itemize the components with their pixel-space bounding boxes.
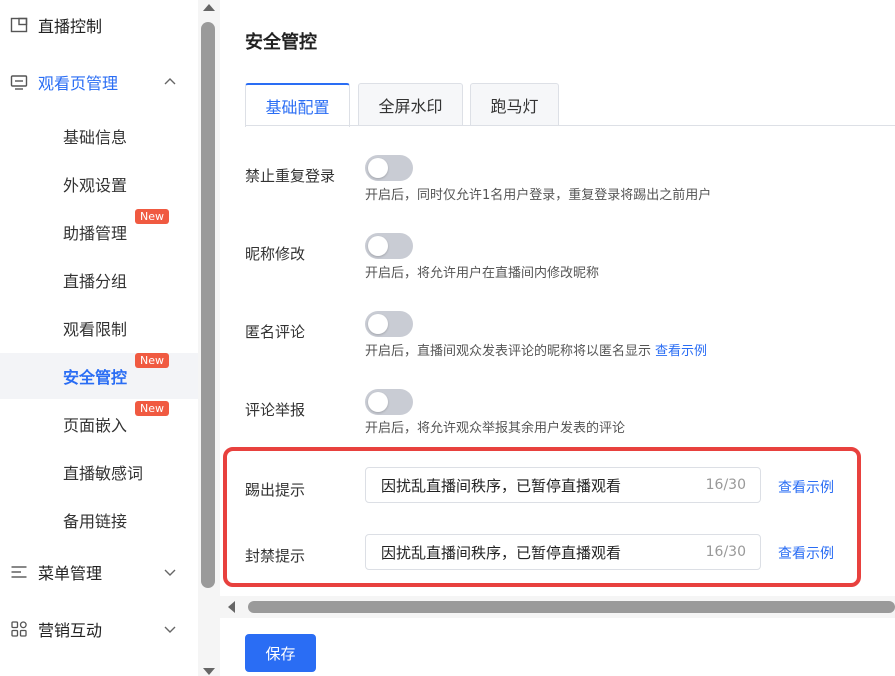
- field-label: 踢出提示: [245, 481, 306, 499]
- tab-label: 跑马灯: [490, 97, 539, 116]
- view-example-link[interactable]: 查看示例: [655, 344, 707, 359]
- tab-fullscreen-watermark[interactable]: 全屏水印: [358, 83, 463, 126]
- chevron-down-icon: [164, 626, 176, 633]
- tab-basic-config[interactable]: 基础配置: [245, 83, 350, 127]
- toggle-anonymous-comment[interactable]: [365, 311, 413, 337]
- kick-message-input[interactable]: 因扰乱直播间秩序，已暂停直播观看 16/30: [365, 467, 761, 503]
- scroll-up-arrow-icon[interactable]: [203, 4, 215, 11]
- sidebar-group-marketing[interactable]: 营销互动: [0, 609, 198, 649]
- sidebar-group-label: 观看页管理: [38, 74, 119, 93]
- grid-icon: [11, 621, 27, 637]
- sidebar-item-sensitive-words[interactable]: 直播敏感词: [0, 449, 198, 495]
- sidebar-group-live-control[interactable]: 直播控制: [0, 5, 198, 45]
- menu-icon: [11, 566, 27, 578]
- sidebar-item-label: 安全管控: [63, 368, 128, 387]
- toggle-nickname-edit[interactable]: [365, 233, 413, 259]
- tab-divider: [245, 125, 895, 126]
- sidebar-group-watch-page[interactable]: 观看页管理: [0, 62, 198, 102]
- app-root: 直播控制 观看页管理 基础信息 外观设置 助播管理 New 直播分组 观看限制 …: [0, 0, 895, 676]
- main-content: 安全管控 基础配置 全屏水印 跑马灯 禁止重复登录 开启后，同时仅允许1名用户登…: [220, 0, 895, 676]
- sidebar-item-label: 助播管理: [63, 224, 128, 243]
- setting-description: 开启后，将允许观众举报其余用户发表的评论: [365, 421, 626, 436]
- view-example-link[interactable]: 查看示例: [778, 477, 834, 497]
- sidebar-item-label: 页面嵌入: [63, 416, 128, 435]
- sidebar-item-label: 直播分组: [63, 272, 128, 291]
- sidebar-item-assistant[interactable]: 助播管理 New: [0, 209, 198, 255]
- new-badge: New: [135, 401, 169, 416]
- setting-label: 禁止重复登录: [245, 167, 336, 185]
- toggle-knob: [368, 392, 388, 412]
- input-value: 因扰乱直播间秩序，已暂停直播观看: [381, 476, 622, 495]
- view-example-link[interactable]: 查看示例: [778, 543, 834, 563]
- setting-label: 匿名评论: [245, 323, 306, 341]
- input-value: 因扰乱直播间秩序，已暂停直播观看: [381, 543, 622, 562]
- sidebar-item-watch-limit[interactable]: 观看限制: [0, 305, 198, 351]
- sidebar-group-menu[interactable]: 菜单管理: [0, 552, 198, 592]
- sidebar-item-security[interactable]: 安全管控 New: [0, 353, 198, 399]
- setting-description-text: 开启后，直播间观众发表评论的昵称将以匿名显示: [365, 344, 652, 359]
- sidebar-group-label: 菜单管理: [38, 564, 103, 583]
- chevron-down-icon: [164, 569, 176, 576]
- ban-message-input[interactable]: 因扰乱直播间秩序，已暂停直播观看 16/30: [365, 534, 761, 570]
- sidebar-item-basic-info[interactable]: 基础信息: [0, 113, 198, 159]
- setting-description: 开启后，将允许用户在直播间内修改昵称: [365, 266, 600, 281]
- sidebar-scrollbar[interactable]: [198, 0, 220, 676]
- toggle-comment-report[interactable]: [365, 389, 413, 415]
- sidebar-item-label: 直播敏感词: [63, 464, 144, 483]
- toggle-duplicate-login[interactable]: [365, 155, 413, 181]
- save-button[interactable]: 保存: [245, 634, 316, 672]
- setting-label: 昵称修改: [245, 245, 306, 263]
- toggle-knob: [368, 236, 388, 256]
- field-label: 封禁提示: [245, 547, 306, 565]
- scroll-left-arrow-icon[interactable]: [228, 601, 235, 613]
- scroll-down-arrow-icon[interactable]: [203, 668, 215, 675]
- setting-label: 评论举报: [245, 401, 306, 419]
- new-badge: New: [135, 209, 169, 224]
- sidebar-item-label: 外观设置: [63, 176, 128, 195]
- setting-description: 开启后，同时仅允许1名用户登录，重复登录将踢出之前用户: [365, 188, 712, 203]
- new-badge: New: [135, 353, 169, 368]
- sidebar: 直播控制 观看页管理 基础信息 外观设置 助播管理 New 直播分组 观看限制 …: [0, 0, 198, 676]
- toggle-knob: [368, 158, 388, 178]
- tab-label: 全屏水印: [378, 97, 443, 116]
- sidebar-item-label: 基础信息: [63, 128, 128, 147]
- toggle-knob: [368, 314, 388, 334]
- page-title: 安全管控: [245, 32, 317, 53]
- sidebar-group-label: 营销互动: [38, 621, 103, 640]
- setting-description: 开启后，直播间观众发表评论的昵称将以匿名显示 查看示例: [365, 340, 707, 359]
- window-icon: [10, 17, 28, 33]
- tab-label: 基础配置: [265, 98, 330, 117]
- content-horizontal-scrollbar[interactable]: [220, 596, 895, 618]
- sidebar-item-label: 观看限制: [63, 320, 128, 339]
- char-count: 16/30: [705, 544, 746, 560]
- monitor-icon: [10, 75, 28, 90]
- scrollbar-thumb[interactable]: [201, 22, 215, 588]
- chevron-up-icon: [164, 78, 176, 85]
- sidebar-item-live-group[interactable]: 直播分组: [0, 257, 198, 303]
- sidebar-item-appearance[interactable]: 外观设置: [0, 161, 198, 207]
- sidebar-item-label: 备用链接: [63, 512, 128, 531]
- sidebar-item-embed[interactable]: 页面嵌入 New: [0, 401, 198, 447]
- char-count: 16/30: [705, 477, 746, 493]
- tab-marquee[interactable]: 跑马灯: [470, 83, 559, 126]
- scrollbar-thumb[interactable]: [248, 601, 895, 613]
- sidebar-group-label: 直播控制: [38, 17, 103, 36]
- sidebar-item-backup-link[interactable]: 备用链接: [0, 497, 198, 543]
